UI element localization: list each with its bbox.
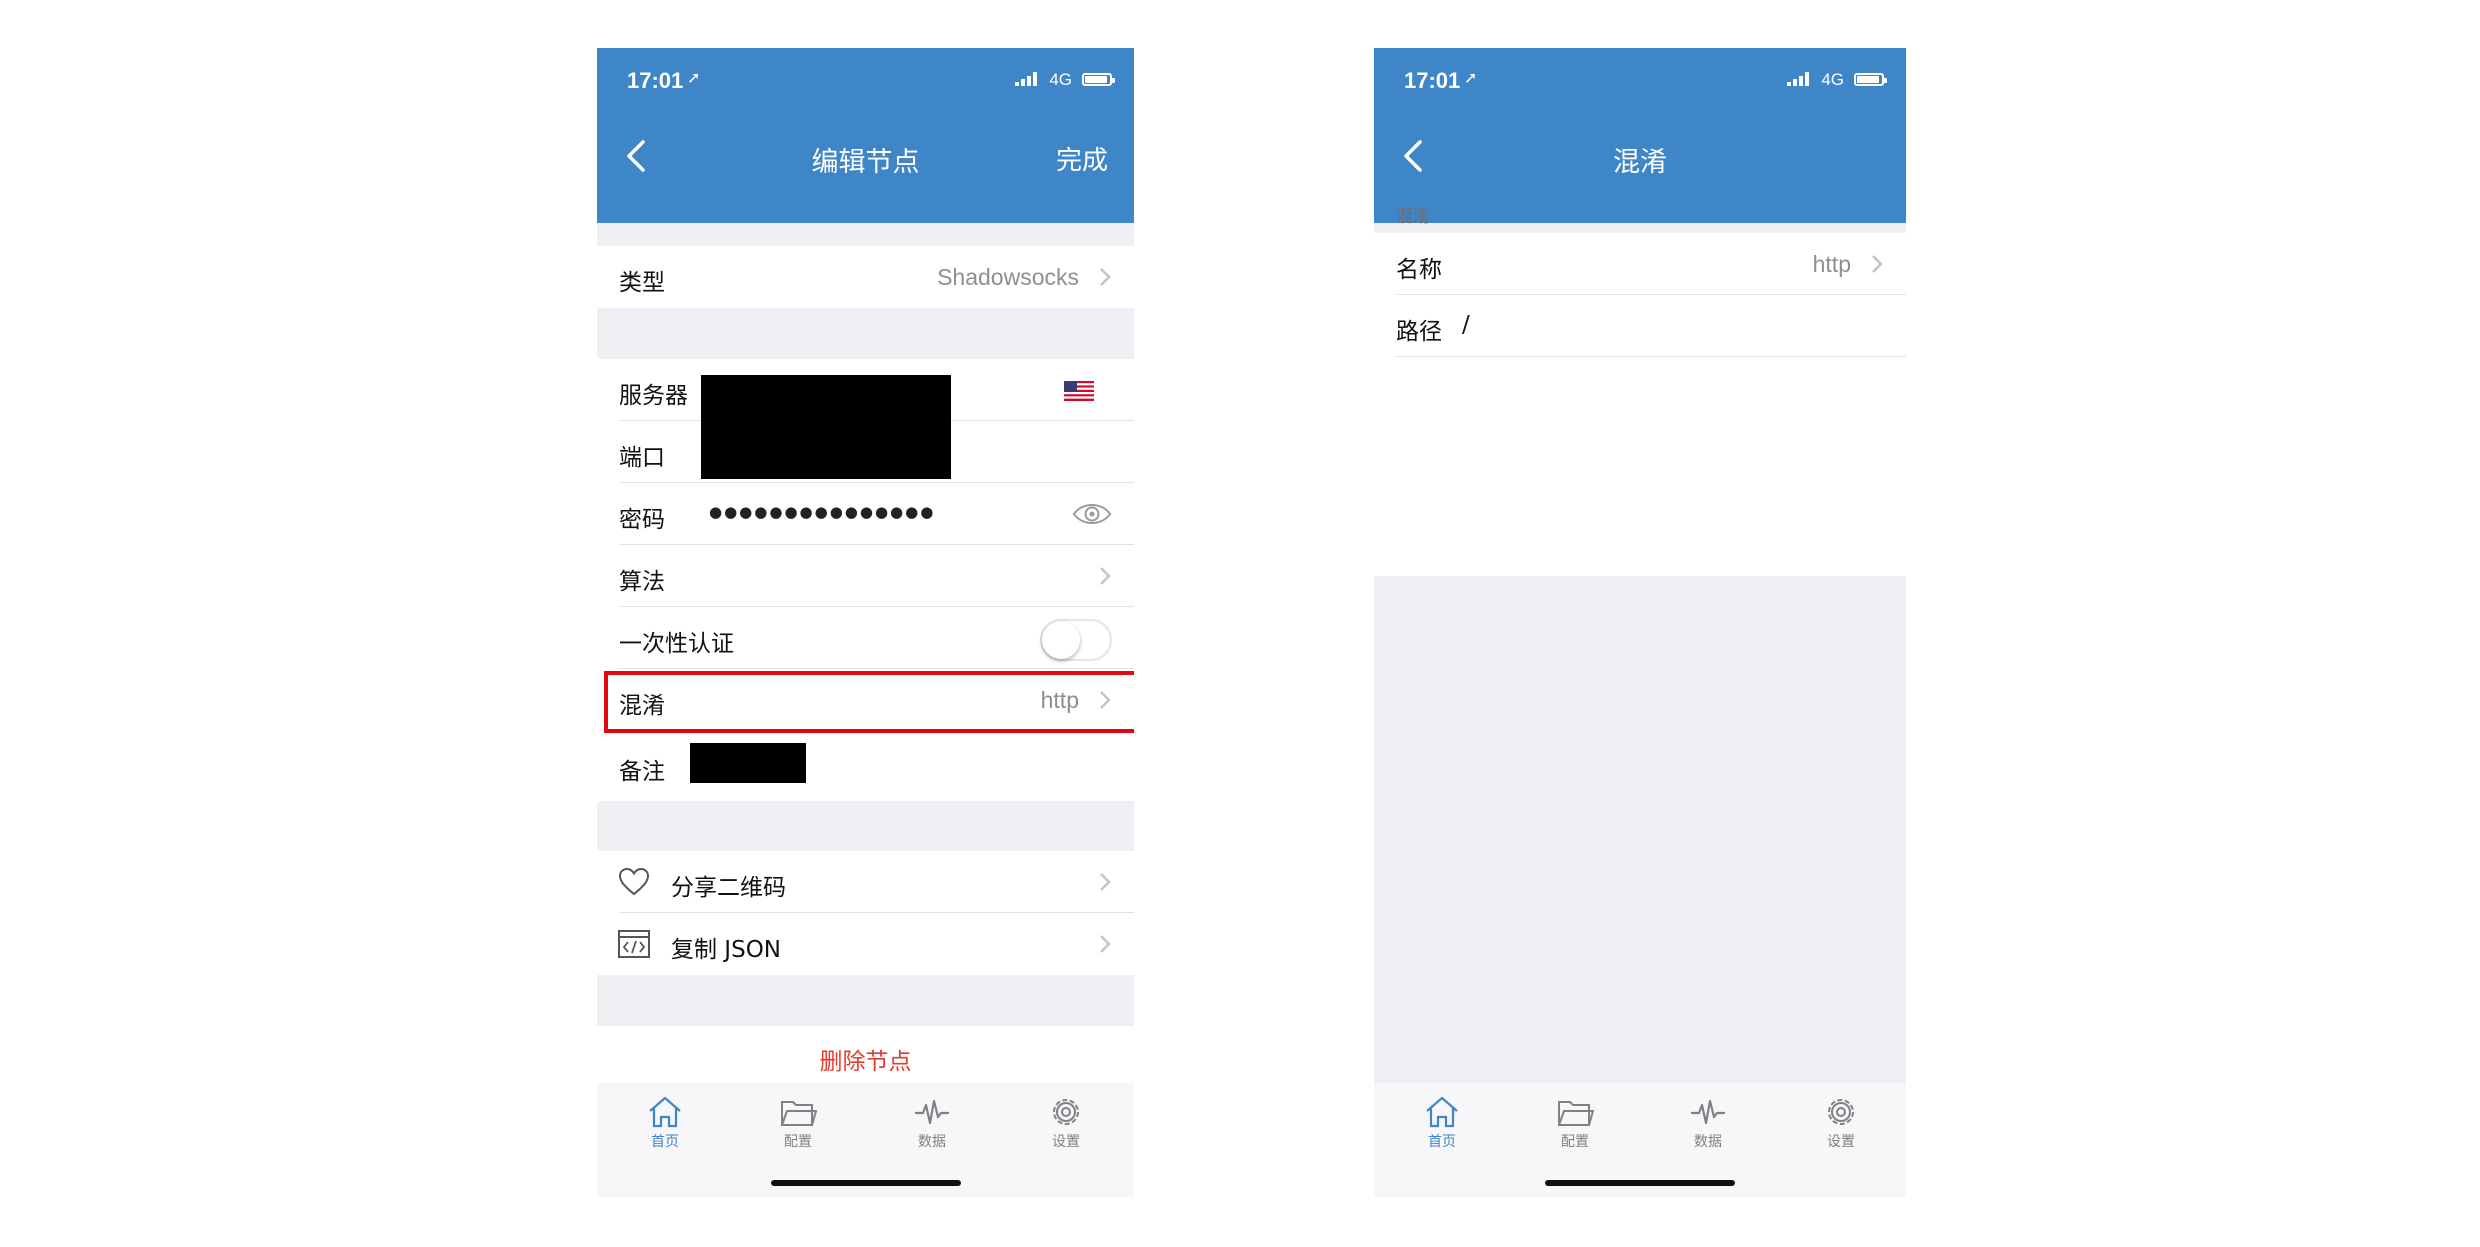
obfs-name-value: http: [1812, 251, 1851, 277]
tab-label: 数据: [1694, 1134, 1722, 1150]
chevron-right-icon: [1100, 873, 1111, 891]
port-label: 端口: [619, 445, 665, 471]
delete-node-button[interactable]: 删除节点: [597, 1042, 1134, 1076]
settings-group: 服务器 端口 密码 ●●●●●●●●●●●●●●● 算法 一次性认证 混淆 ht…: [597, 359, 1134, 801]
nav-bar: 混淆: [1374, 110, 1906, 223]
type-label: 类型: [619, 270, 665, 296]
status-bar: 17:01 ➚ 4G: [1374, 48, 1906, 110]
section-header: 混淆: [1396, 207, 1430, 227]
signal-icon: [1015, 72, 1039, 86]
tab-settings[interactable]: 设置: [1811, 1095, 1871, 1151]
share-qr-label: 分享二维码: [671, 875, 786, 901]
server-label: 服务器: [619, 383, 688, 409]
obfs-name-row[interactable]: 名称 http: [1374, 233, 1906, 295]
code-icon: [618, 930, 650, 958]
chevron-right-icon: [1100, 268, 1111, 286]
status-time: 17:01: [627, 68, 684, 93]
obfs-path-label: 路径: [1396, 319, 1442, 345]
actions-group: 分享二维码 复制 JSON: [597, 851, 1134, 975]
tab-label: 配置: [1561, 1134, 1589, 1150]
nav-bar: 编辑节点 完成: [597, 110, 1134, 223]
pulse-icon: [915, 1099, 949, 1125]
us-flag-icon: [1064, 381, 1094, 401]
obfs-group: 名称 http 路径 /: [1374, 233, 1906, 576]
status-time: 17:01: [1404, 68, 1461, 93]
location-arrow-icon: ➚: [687, 68, 701, 87]
network-label: 4G: [1049, 70, 1072, 89]
tab-settings[interactable]: 设置: [1036, 1095, 1096, 1151]
tab-config[interactable]: 配置: [768, 1095, 828, 1151]
home-indicator[interactable]: [770, 1180, 961, 1186]
gear-icon: [1828, 1099, 1854, 1125]
location-arrow-icon: ➚: [1464, 68, 1478, 87]
chevron-right-icon: [1100, 567, 1111, 585]
obfs-path-input[interactable]: /: [1462, 312, 1470, 338]
highlight-box: [604, 671, 1134, 733]
ota-toggle[interactable]: [1040, 619, 1112, 661]
delete-group: 删除节点: [597, 1026, 1134, 1088]
eye-icon[interactable]: [1072, 500, 1112, 528]
tab-label: 数据: [918, 1134, 946, 1150]
done-button[interactable]: 完成: [1056, 140, 1108, 177]
battery-icon: [1082, 73, 1115, 86]
tab-config[interactable]: 配置: [1545, 1095, 1605, 1151]
tab-data[interactable]: 数据: [902, 1095, 962, 1151]
cipher-label: 算法: [619, 569, 665, 595]
folder-icon: [781, 1101, 817, 1126]
home-icon: [649, 1096, 681, 1128]
phone-edit-node: 17:01 ➚ 4G 编辑节点 完成 类型 Shadowsocks 服务器 端口…: [597, 48, 1134, 1197]
remark-label: 备注: [619, 759, 665, 785]
password-row[interactable]: 密码 ●●●●●●●●●●●●●●●: [597, 483, 1134, 545]
type-group: 类型 Shadowsocks: [597, 246, 1134, 308]
tab-home[interactable]: 首页: [635, 1095, 695, 1151]
password-label: 密码: [619, 507, 665, 533]
page-title: 混淆: [1613, 147, 1667, 178]
gear-icon: [1053, 1099, 1079, 1125]
signal-icon: [1787, 72, 1811, 86]
phone-obfs: 17:01 ➚ 4G 混淆 混淆 名称 http 路径 / 首页 配置 数据 设…: [1374, 48, 1906, 1197]
toggle-knob: [1042, 621, 1080, 659]
ota-label: 一次性认证: [619, 631, 734, 657]
row-separator: [1396, 356, 1906, 357]
ota-row: 一次性认证: [597, 607, 1134, 669]
redacted-server-port: [701, 375, 951, 479]
page-title: 编辑节点: [811, 147, 920, 178]
obfs-path-row[interactable]: 路径 /: [1374, 295, 1906, 357]
tab-bar: 首页 配置 数据 设置: [1374, 1083, 1906, 1197]
chevron-right-icon: [1100, 935, 1111, 953]
password-value[interactable]: ●●●●●●●●●●●●●●●: [709, 503, 935, 521]
cipher-row[interactable]: 算法: [597, 545, 1134, 607]
tab-label: 配置: [784, 1134, 812, 1150]
tab-bar: 首页 配置 数据 设置: [597, 1083, 1134, 1197]
obfs-name-label: 名称: [1396, 257, 1442, 283]
tab-label: 设置: [1827, 1134, 1855, 1150]
tab-label: 设置: [1052, 1134, 1080, 1150]
remark-row[interactable]: 备注: [597, 735, 1134, 797]
type-value: Shadowsocks: [937, 264, 1079, 290]
tab-label: 首页: [651, 1134, 679, 1150]
home-indicator[interactable]: [1545, 1180, 1735, 1186]
pulse-icon: [1691, 1099, 1725, 1125]
status-bar: 17:01 ➚ 4G: [597, 48, 1134, 110]
obfs-row[interactable]: 混淆 http: [597, 669, 1134, 733]
tab-label: 首页: [1428, 1134, 1456, 1150]
heart-icon: [618, 867, 650, 896]
tab-home[interactable]: 首页: [1412, 1095, 1472, 1151]
type-row[interactable]: 类型 Shadowsocks: [597, 246, 1134, 308]
share-qr-row[interactable]: 分享二维码: [597, 851, 1134, 913]
redacted-remark: [690, 743, 806, 783]
battery-icon: [1854, 73, 1887, 86]
chevron-right-icon: [1872, 255, 1883, 273]
network-label: 4G: [1821, 70, 1844, 89]
tab-data[interactable]: 数据: [1678, 1095, 1738, 1151]
copy-json-label: 复制 JSON: [671, 937, 782, 963]
copy-json-row[interactable]: 复制 JSON: [597, 913, 1134, 975]
folder-icon: [1558, 1101, 1594, 1126]
home-icon: [1426, 1096, 1458, 1128]
